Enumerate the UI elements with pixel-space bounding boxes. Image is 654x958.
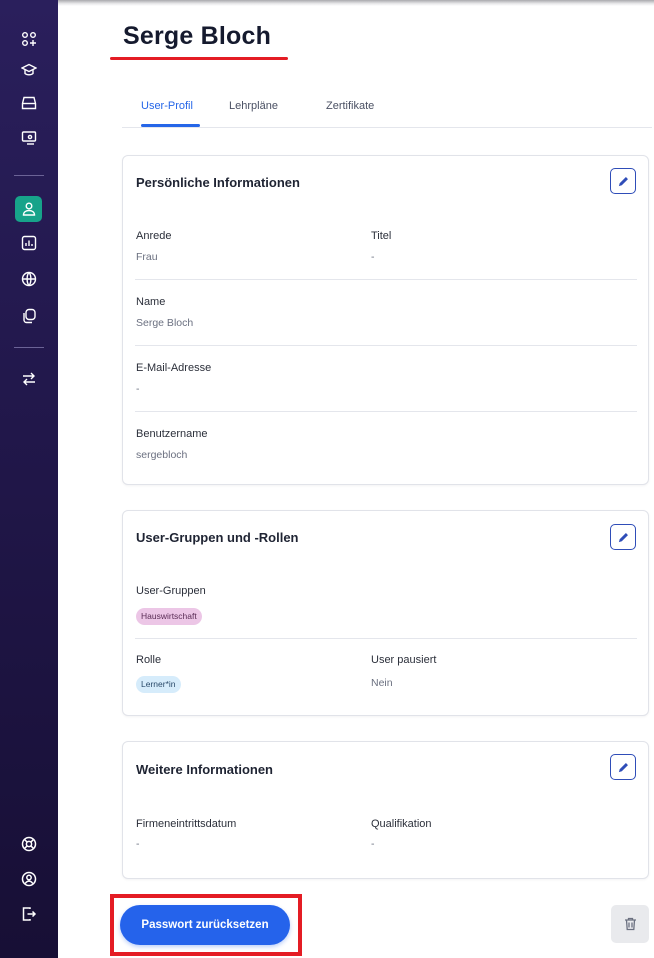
globe-icon[interactable] [18, 268, 40, 290]
more-info-card: Weitere Informationen Firmeneintrittsdat… [122, 741, 649, 879]
divider [135, 279, 637, 280]
active-tab-indicator [141, 124, 200, 127]
name-value: Serge Bloch [136, 317, 194, 329]
entry-date-label: Firmeneintrittsdatum [136, 818, 237, 830]
apps-icon[interactable] [18, 28, 40, 50]
logout-icon[interactable] [18, 903, 40, 925]
report-chart-icon[interactable] [18, 232, 40, 254]
email-label: E-Mail-Adresse [136, 362, 212, 374]
help-lifebuoy-icon[interactable] [18, 833, 40, 855]
role-label: Rolle [136, 654, 162, 666]
username-value: sergebloch [136, 449, 188, 461]
inbox-icon[interactable] [18, 92, 40, 114]
pencil-icon [618, 762, 628, 772]
qualification-label: Qualifikation [371, 818, 432, 830]
title-highlight-underline [110, 57, 288, 60]
edit-personal-button[interactable] [610, 168, 636, 194]
email-value: - [136, 383, 140, 395]
divider [135, 411, 637, 412]
name-label: Name [136, 296, 166, 308]
switch-arrows-icon[interactable] [18, 368, 40, 390]
role-badge: Lerner*in [136, 676, 181, 693]
profile-tabs: User-Profil Lehrpläne Zertifikate [122, 100, 652, 128]
reset-password-button[interactable]: Passwort zurücksetzen [120, 905, 290, 945]
sidebar [0, 0, 58, 958]
card-title: Weitere Informationen [136, 762, 274, 777]
entry-date-value: - [136, 838, 140, 850]
groups-roles-card: User-Gruppen und -Rollen User-Gruppen Ha… [122, 510, 649, 716]
graduation-cap-icon[interactable] [18, 59, 40, 81]
divider [135, 638, 637, 639]
card-title: Persönliche Informationen [136, 175, 300, 190]
paused-value: Nein [371, 677, 393, 689]
tab-lehrplaene[interactable]: Lehrpläne [229, 100, 278, 112]
tab-user-profil[interactable]: User-Profil [141, 100, 193, 112]
sidebar-divider [14, 347, 44, 348]
pencil-icon [618, 176, 628, 186]
username-label: Benutzername [136, 428, 208, 440]
divider [135, 345, 637, 346]
edit-groups-button[interactable] [610, 524, 636, 550]
pencil-icon [618, 532, 628, 542]
title-value: - [371, 251, 375, 263]
users-icon[interactable] [15, 196, 42, 222]
top-shadow [58, 0, 654, 6]
group-badge: Hauswirtschaft [136, 608, 202, 625]
salutation-value: Frau [136, 251, 158, 263]
salutation-label: Anrede [136, 230, 172, 242]
copy-icon[interactable] [18, 305, 40, 327]
edit-more-button[interactable] [610, 754, 636, 780]
groups-label: User-Gruppen [136, 585, 206, 597]
presentation-icon[interactable] [18, 127, 40, 149]
user-circle-icon[interactable] [18, 868, 40, 890]
personal-info-card: Persönliche Informationen Anrede Frau Ti… [122, 155, 649, 485]
title-label: Titel [371, 230, 392, 242]
paused-label: User pausiert [371, 654, 437, 666]
page-title: Serge Bloch [123, 22, 272, 50]
sidebar-divider [14, 175, 44, 176]
delete-user-button[interactable] [611, 905, 649, 943]
card-title: User-Gruppen und -Rollen [136, 530, 299, 545]
trash-icon [624, 917, 636, 931]
tab-zertifikate[interactable]: Zertifikate [326, 100, 374, 112]
qualification-value: - [371, 838, 375, 850]
